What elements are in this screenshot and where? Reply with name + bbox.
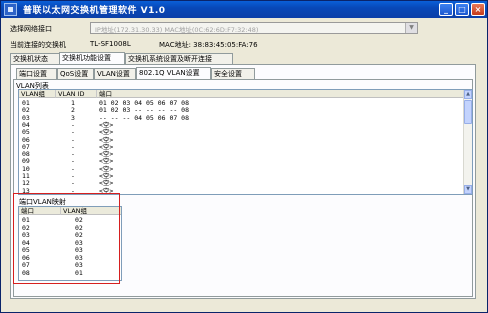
tab-system-settings[interactable]: 交换机系统设置及断开连接 (125, 53, 233, 64)
interface-select-label: 选择网络接口 (10, 25, 52, 33)
tab-switch-status[interactable]: 交换机状态 (10, 53, 60, 64)
current-switch-label: 当前连接的交换机 (10, 41, 66, 49)
vlan-list-header: VLAN组 VLAN ID 端口 (19, 90, 472, 98)
close-button[interactable]: × (471, 3, 485, 16)
interface-select[interactable]: IP地址(172.31.30.33) MAC地址(0C:62:6D:F7:32:… (90, 22, 418, 34)
minimize-button[interactable]: _ (439, 3, 453, 16)
col-ports[interactable]: 端口 (97, 90, 462, 98)
scroll-up-icon[interactable]: ▲ (464, 90, 472, 99)
app-icon (4, 3, 17, 16)
switch-model: TL-SF1008L (90, 40, 131, 48)
title-bar[interactable]: 普联以太网交换机管理软件 V1.0 _ □ × (1, 1, 487, 18)
vlan-list-table[interactable]: VLAN组 VLAN ID 端口 01 1 01 02 03 04 05 06 07… (18, 89, 473, 195)
switch-mac: MAC地址: 38:83:45:05:FA:76 (159, 41, 258, 49)
main-window: 普联以太网交换机管理软件 V1.0 _ □ × 选择网络接口 IP地址(172.… (0, 0, 488, 313)
scroll-thumb[interactable] (464, 100, 472, 124)
subtab-port-settings[interactable]: 端口设置 (16, 68, 57, 79)
subtab-qos-settings[interactable]: QoS设置 (57, 68, 94, 79)
interface-select-value: IP地址(172.31.30.33) MAC地址(0C:62:6D:F7:32:… (95, 26, 259, 34)
highlight-box (13, 193, 120, 284)
maximize-button[interactable]: □ (455, 3, 469, 16)
col-vlan-id[interactable]: VLAN ID (56, 90, 97, 98)
subtab-8021q-vlan[interactable]: 802.1Q VLAN设置 (136, 67, 211, 79)
tab-switch-functions[interactable]: 交换机功能设置 (59, 52, 125, 64)
chevron-down-icon[interactable]: ▼ (405, 23, 417, 33)
subtab-security[interactable]: 安全设置 (211, 68, 255, 79)
scroll-down-icon[interactable]: ▼ (464, 185, 472, 194)
window-title: 普联以太网交换机管理软件 V1.0 (23, 6, 166, 16)
col-vlan-group[interactable]: VLAN组 (19, 90, 56, 98)
vlan-list-scrollbar[interactable]: ▲ ▼ (463, 90, 472, 194)
subtab-vlan-settings[interactable]: VLAN设置 (94, 68, 136, 79)
